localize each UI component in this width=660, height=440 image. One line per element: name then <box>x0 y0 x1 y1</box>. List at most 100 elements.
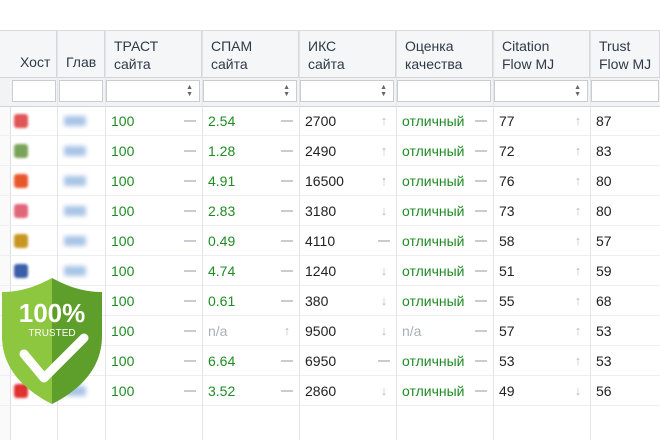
cell-quality: отличный <box>402 293 465 309</box>
cell-trust-flow: 53 <box>596 353 612 369</box>
trend-up-icon: ↑ <box>574 113 582 128</box>
filter-iks[interactable]: ▲ ▼ <box>300 80 394 102</box>
filter-spam[interactable]: ▲ ▼ <box>203 80 297 102</box>
trend-dash-icon <box>475 330 487 332</box>
header-main[interactable]: Глав <box>57 31 105 77</box>
cell-trust: 100 <box>111 173 135 189</box>
header-iks[interactable]: ИКС сайта <box>299 31 396 77</box>
blurred-host-link[interactable] <box>64 116 86 126</box>
header-quality-line2: качества <box>405 56 463 72</box>
cell-citation-flow: 51 <box>499 263 515 279</box>
header-citation-line1: Citation <box>502 38 550 54</box>
trend-dash-icon <box>475 210 487 212</box>
trend-dash-icon <box>475 150 487 152</box>
header-trust[interactable]: ТРАСТ сайта <box>105 31 202 77</box>
trend-up-icon: ↑ <box>574 263 582 278</box>
trend-dash-icon <box>281 120 293 122</box>
cell-spam: 3.52 <box>208 383 236 399</box>
trend-dash-icon <box>184 180 196 182</box>
header-trust-line1: ТРАСТ <box>114 38 159 54</box>
blurred-host-link[interactable] <box>64 146 86 156</box>
cell-spam: 6.64 <box>208 353 236 369</box>
blurred-host-link[interactable] <box>64 266 86 276</box>
trend-dash-icon <box>184 210 196 212</box>
cell-trust-flow: 57 <box>596 233 612 249</box>
trend-down-icon: ↓ <box>380 203 388 218</box>
trend-down-icon: ↓ <box>380 263 388 278</box>
trend-down-icon: ↓ <box>380 383 388 398</box>
table-header: Хост Глав ТРАСТ сайта СПАМ сайта ИКС сайта … <box>0 30 660 78</box>
cell-quality: n/a <box>402 323 422 339</box>
header-host-label: Хост <box>20 54 51 70</box>
cell-trust-flow: 56 <box>596 383 612 399</box>
spinner-icon[interactable]: ▲ ▼ <box>283 84 290 98</box>
trend-dash-icon <box>281 360 293 362</box>
trend-dash-icon <box>281 240 293 242</box>
site-favicon <box>14 234 28 248</box>
trend-dash-icon <box>378 360 390 362</box>
header-quality[interactable]: Оценка качества <box>396 31 493 77</box>
badge-label: TRUSTED <box>28 328 75 339</box>
trend-up-icon: ↑ <box>574 203 582 218</box>
filter-quality[interactable] <box>397 80 491 102</box>
shield-left-half <box>2 278 52 404</box>
header-trust-line2: сайта <box>114 56 151 72</box>
header-citation-flow[interactable]: Citation Flow MJ <box>493 31 590 77</box>
cell-spam: 1.28 <box>208 143 236 159</box>
filter-trust[interactable]: ▲ ▼ <box>106 80 200 102</box>
trend-dash-icon <box>475 300 487 302</box>
header-spam[interactable]: СПАМ сайта <box>202 31 299 77</box>
table-row[interactable]: 100 2.54 2700 отличный 77 87 ↑ ↑ <box>0 106 660 136</box>
trend-down-icon: ↓ <box>574 383 582 398</box>
cell-iks: 4110 <box>305 233 336 249</box>
site-favicon <box>14 114 28 128</box>
trend-dash-icon <box>281 270 293 272</box>
trend-dash-icon <box>475 390 487 392</box>
blurred-host-link[interactable] <box>64 176 86 186</box>
cell-citation-flow: 58 <box>499 233 515 249</box>
spinner-icon[interactable]: ▲ ▼ <box>380 84 387 98</box>
column-divider <box>493 30 494 440</box>
cell-trust-flow: 80 <box>596 203 612 219</box>
header-host[interactable]: Хост <box>11 31 57 77</box>
cell-spam: 0.61 <box>208 293 236 309</box>
table-row[interactable]: 100 1.28 2490 отличный 72 83 ↑ ↑ <box>0 136 660 166</box>
table-row[interactable]: 100 2.83 3180 отличный 73 80 ↓ ↑ <box>0 196 660 226</box>
trend-dash-icon <box>184 150 196 152</box>
header-iks-line1: ИКС <box>308 38 337 54</box>
spinner-icon[interactable]: ▲ ▼ <box>574 84 581 98</box>
cell-quality: отличный <box>402 263 465 279</box>
cell-iks: 2490 <box>305 143 337 159</box>
cell-trust: 100 <box>111 203 135 219</box>
filter-trust-flow[interactable] <box>591 80 659 102</box>
filter-main[interactable] <box>59 80 103 102</box>
cell-iks: 380 <box>305 293 329 309</box>
trend-down-icon: ↓ <box>380 293 388 308</box>
header-iks-line2: сайта <box>308 56 345 72</box>
cell-trust-flow: 87 <box>596 113 612 129</box>
cell-citation-flow: 53 <box>499 353 515 369</box>
trend-dash-icon <box>281 210 293 212</box>
blurred-host-link[interactable] <box>64 236 86 246</box>
cell-trust: 100 <box>111 293 135 309</box>
filter-host[interactable] <box>12 80 56 102</box>
trend-dash-icon <box>378 240 390 242</box>
trend-dash-icon <box>475 240 487 242</box>
trend-dash-icon <box>184 120 196 122</box>
blurred-host-link[interactable] <box>64 206 86 216</box>
column-divider <box>590 30 591 440</box>
cell-citation-flow: 72 <box>499 143 515 159</box>
header-citation-line2: Flow MJ <box>502 56 555 72</box>
trend-dash-icon <box>475 120 487 122</box>
cell-trust: 100 <box>111 263 135 279</box>
table-row[interactable]: 100 4.91 16500 отличный 76 80 ↑ ↑ <box>0 166 660 196</box>
header-trust-flow[interactable]: Trust Flow MJ <box>590 31 660 77</box>
filter-citation-flow[interactable]: ▲ ▼ <box>494 80 588 102</box>
trend-dash-icon <box>184 360 196 362</box>
cell-citation-flow: 57 <box>499 323 515 339</box>
cell-iks: 6950 <box>305 353 337 369</box>
trend-up-icon: ↑ <box>380 143 388 158</box>
table-row[interactable]: 100 0.49 4110 отличный 58 57 ↑ <box>0 226 660 256</box>
spinner-icon[interactable]: ▲ ▼ <box>186 84 193 98</box>
trend-up-icon: ↑ <box>283 323 291 338</box>
